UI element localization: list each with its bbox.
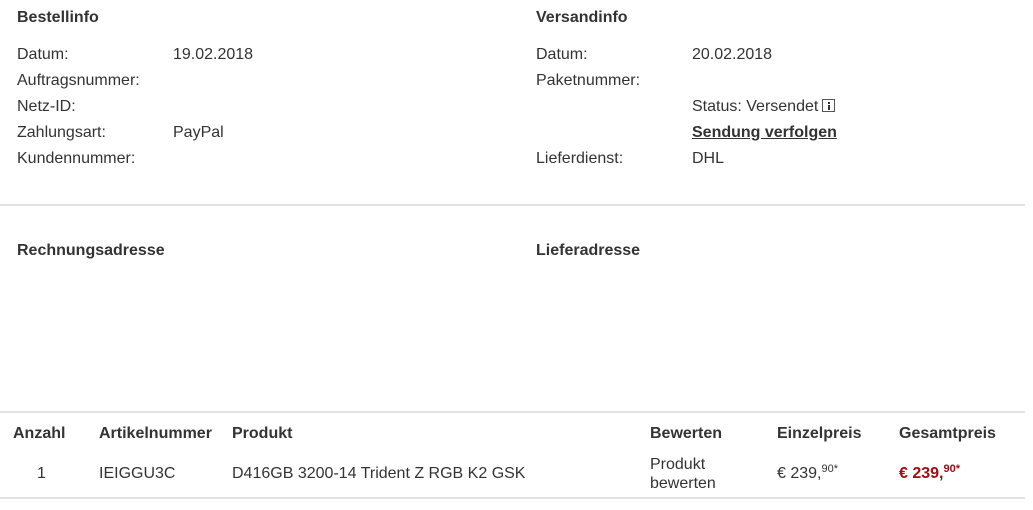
col-header-total-price: Gesamtpreis [899, 425, 996, 442]
row-sku: IEIGGU3C [99, 465, 176, 482]
shipping-status: Status: Versendet [692, 98, 836, 116]
order-date-value: 19.02.2018 [173, 46, 254, 63]
col-header-product: Produkt [232, 425, 293, 442]
total-price-cents: 90 [943, 463, 956, 475]
total-price-star: * [955, 463, 961, 475]
rate-product-link[interactable]: Produkt bewerten [650, 455, 716, 493]
carrier-value: DHL [692, 150, 725, 167]
shipping-date-value: 20.02.2018 [692, 46, 773, 63]
net-id-label: Netz-ID: [17, 98, 76, 115]
package-number-label: Paketnummer: [536, 72, 641, 89]
shipping-status-text: Status: Versendet [692, 98, 819, 115]
rate-line-1: Produkt [650, 456, 706, 473]
row-qty: 1 [37, 465, 46, 482]
divider [0, 411, 1025, 413]
order-detail-page: Bestellinfo Datum: 19.02.2018 Auftragsnu… [0, 0, 1033, 510]
col-header-rate: Bewerten [650, 425, 723, 442]
col-header-qty: Anzahl [13, 425, 66, 442]
row-unit-price: € 239,90* [777, 463, 839, 483]
col-header-sku: Artikelnummer [99, 425, 212, 442]
unit-price-main: € 239, [777, 465, 822, 482]
unit-price-star: * [833, 463, 839, 475]
carrier-label: Lieferdienst: [536, 150, 624, 167]
order-number-label: Auftragsnummer: [17, 72, 140, 89]
info-icon[interactable] [822, 99, 836, 112]
unit-price-cents: 90 [821, 463, 834, 475]
rate-line-2: bewerten [650, 475, 716, 492]
payment-method-label: Zahlungsart: [17, 124, 106, 141]
divider [0, 204, 1025, 206]
shipping-date-label: Datum: [536, 46, 588, 63]
total-price-main: € 239, [899, 465, 944, 482]
customer-number-label: Kundennummer: [17, 150, 136, 167]
order-info-title: Bestellinfo [17, 9, 99, 26]
billing-address-title: Rechnungsadresse [17, 242, 165, 259]
col-header-unit-price: Einzelpreis [777, 425, 862, 442]
shipping-info-title: Versandinfo [536, 9, 628, 26]
order-date-label: Datum: [17, 46, 69, 63]
delivery-address-title: Lieferadresse [536, 242, 641, 259]
row-product: D416GB 3200-14 Trident Z RGB K2 GSK [232, 465, 526, 482]
divider [0, 497, 1025, 499]
row-total-price: € 239,90* [899, 463, 961, 483]
track-shipment-link[interactable]: Sendung verfolgen [692, 124, 837, 142]
payment-method-value: PayPal [173, 124, 224, 141]
